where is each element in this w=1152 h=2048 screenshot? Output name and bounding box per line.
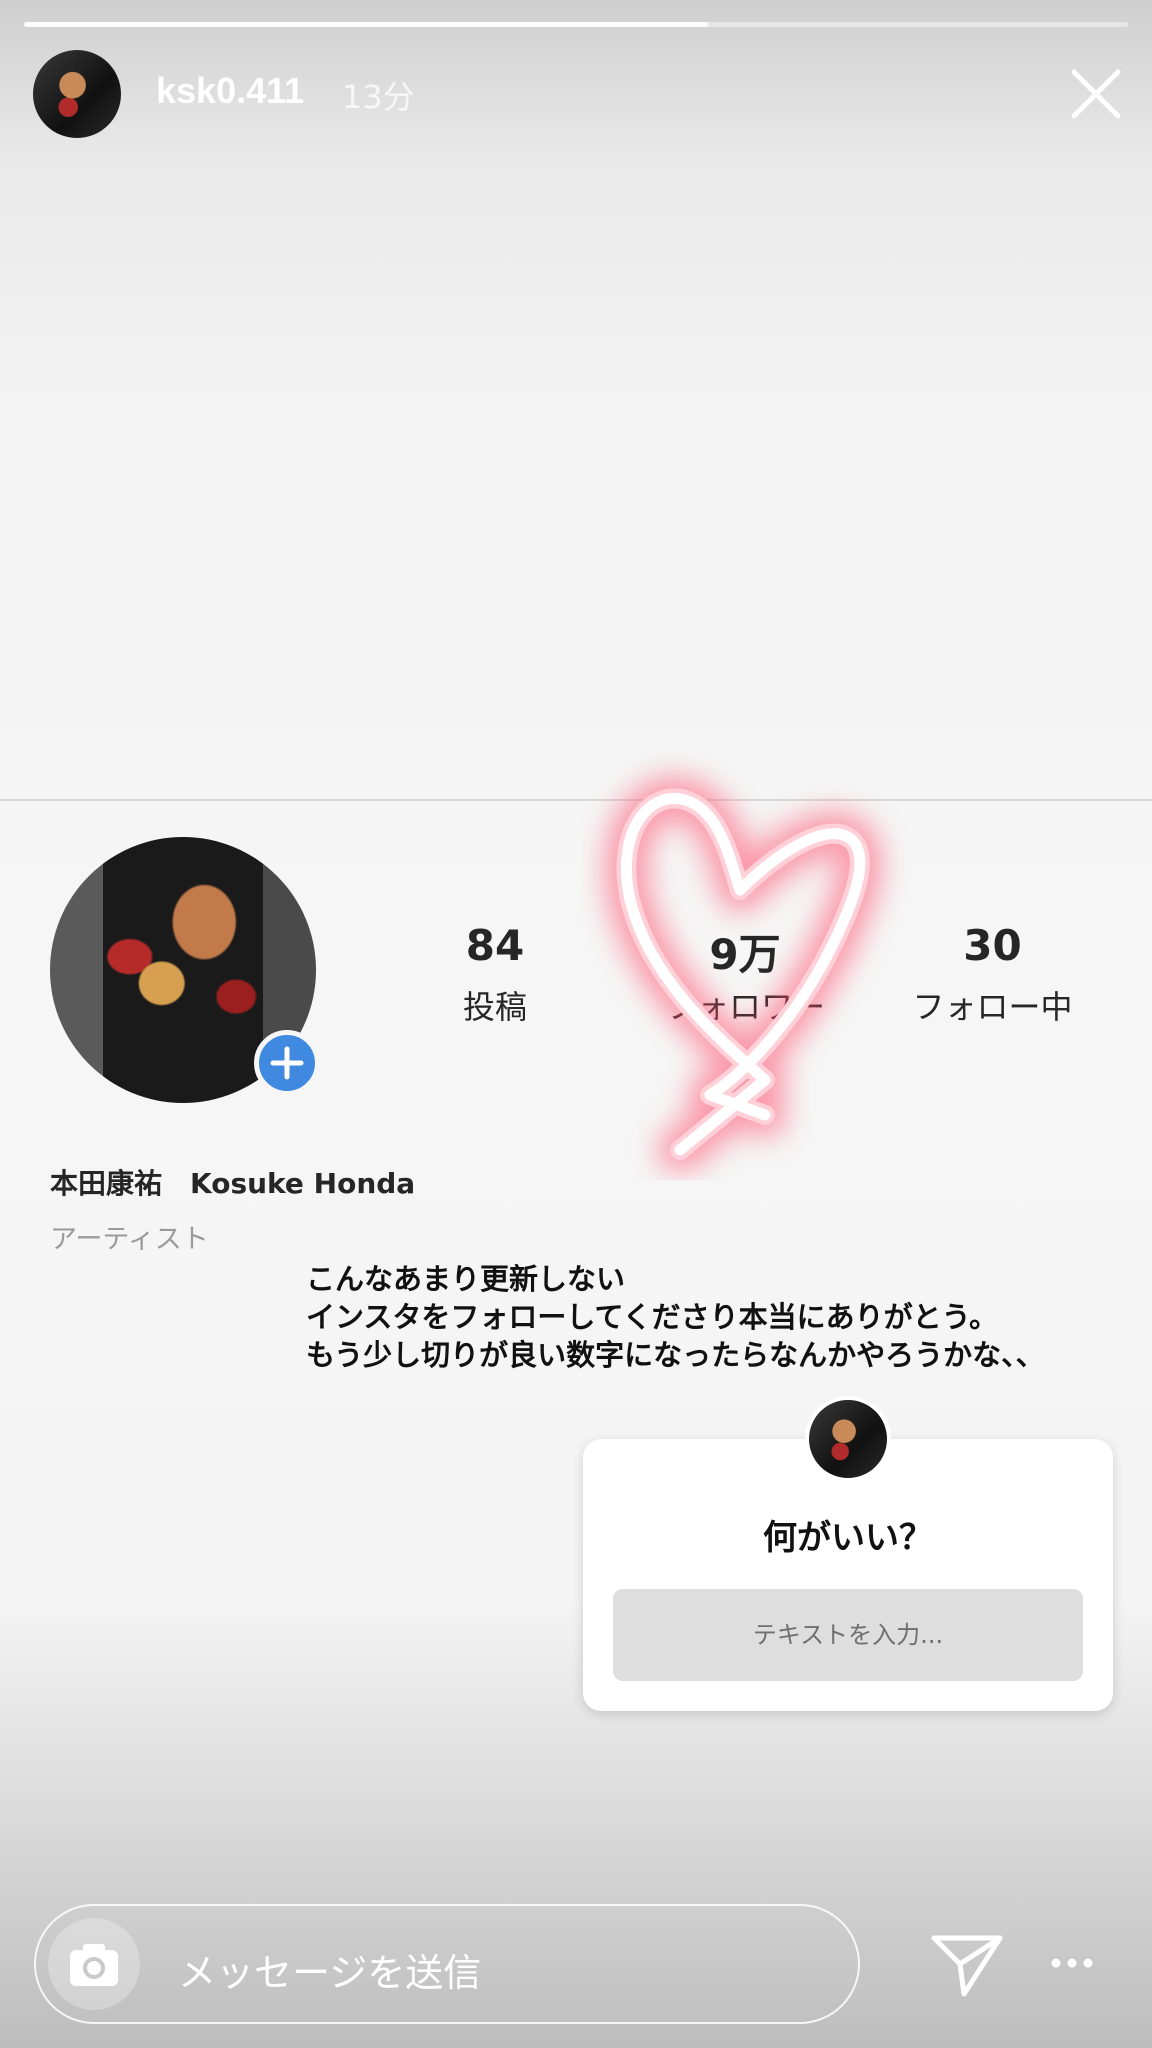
caption-line: こんなあまり更新しない [306,1262,626,1296]
caption-line: インスタをフォローしてくださり本当にありがとう。 [306,1300,998,1334]
story-author-username[interactable]: ksk0.411 [156,70,304,112]
story-author-avatar[interactable] [33,50,121,138]
posts-label: 投稿 [462,988,527,1026]
more-options-button[interactable] [1050,1948,1094,1978]
heart-drawing [604,776,882,1172]
story-time-ago: 13分 [342,78,415,116]
story-progress-bar [24,22,1128,27]
close-icon [1071,69,1121,119]
sticker-answer-input[interactable] [613,1589,1083,1681]
send-button[interactable] [930,1932,1004,1998]
message-placeholder: メッセージを送信 [178,1951,482,1995]
sticker-avatar [805,1396,891,1482]
more-icon [1051,1958,1093,1968]
send-icon [931,1935,1003,1997]
plus-icon [270,1046,304,1080]
profile-divider [0,799,1152,801]
posts-count: 84 [465,921,525,970]
sticker-question: 何がいい？ [763,1518,933,1558]
profile-name: 本田康祐 Kosuke Honda [50,1167,416,1200]
add-story-badge [254,1030,320,1096]
camera-icon [70,1944,118,1986]
camera-button[interactable] [48,1918,140,2010]
story-caption: こんなあまり更新しない インスタをフォローしてくださり本当にありがとう。 もう少… [306,1260,1126,1374]
profile-category: アーティスト [50,1224,209,1255]
caption-line: もう少し切りが良い数字になったらなんかやろうかな、、 [306,1338,1045,1372]
story-progress-fill [24,22,709,27]
close-button[interactable] [1068,66,1124,122]
